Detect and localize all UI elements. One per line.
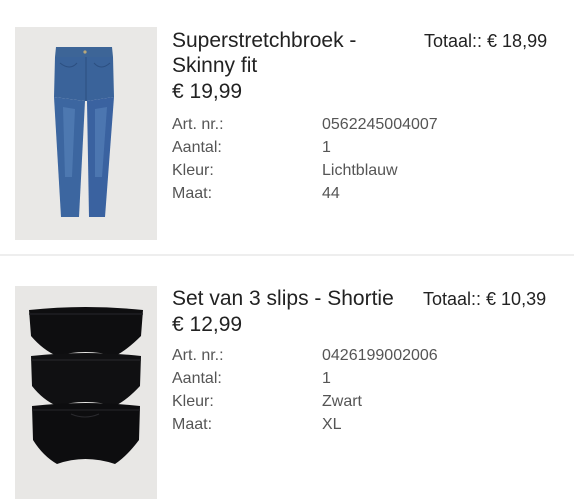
jeans-product-image[interactable] (15, 27, 157, 240)
detail-row-article-number: Art. nr.: 0426199002006 (172, 344, 438, 367)
product-details: Art. nr.: 0562245004007 Aantal: 1 Kleur:… (172, 113, 438, 205)
detail-row-quantity: Aantal: 1 (172, 367, 438, 390)
item-total: Totaal:: € 10,39 (423, 289, 547, 309)
detail-label: Art. nr.: (172, 347, 224, 364)
cart-item: Superstretchbroek - Skinny fit € 19,99 T… (0, 0, 574, 255)
detail-value: 1 (322, 370, 331, 387)
cart-item: Set van 3 slips - Shortie € 12,99 Totaal… (0, 256, 574, 500)
detail-label: Maat: (172, 416, 213, 433)
detail-label: Aantal: (172, 370, 222, 387)
briefs-icon (15, 286, 157, 499)
product-price: € 19,99 (172, 80, 243, 103)
detail-row-color: Kleur: Zwart (172, 390, 438, 413)
detail-row-quantity: Aantal: 1 (172, 136, 438, 159)
detail-value: 1 (322, 139, 331, 156)
product-details: Art. nr.: 0426199002006 Aantal: 1 Kleur:… (172, 344, 438, 436)
detail-row-size: Maat: XL (172, 413, 438, 436)
briefs-product-image[interactable] (15, 286, 157, 499)
detail-value: XL (322, 416, 342, 433)
detail-value: 0562245004007 (322, 116, 438, 133)
detail-value: 0426199002006 (322, 347, 438, 364)
product-title[interactable]: Superstretchbroek - Skinny fit (172, 28, 412, 78)
detail-value: Zwart (322, 393, 362, 410)
detail-value: 44 (322, 185, 340, 202)
detail-label: Kleur: (172, 393, 214, 410)
detail-label: Kleur: (172, 162, 214, 179)
item-total: Totaal:: € 18,99 (424, 31, 548, 51)
detail-label: Aantal: (172, 139, 222, 156)
detail-row-article-number: Art. nr.: 0562245004007 (172, 113, 438, 136)
detail-row-color: Kleur: Lichtblauw (172, 159, 438, 182)
detail-value: Lichtblauw (322, 162, 398, 179)
detail-row-size: Maat: 44 (172, 182, 438, 205)
detail-label: Maat: (172, 185, 213, 202)
detail-label: Art. nr.: (172, 116, 224, 133)
product-title[interactable]: Set van 3 slips - Shortie (172, 286, 412, 311)
product-price: € 12,99 (172, 313, 243, 336)
jeans-icon (15, 27, 157, 240)
